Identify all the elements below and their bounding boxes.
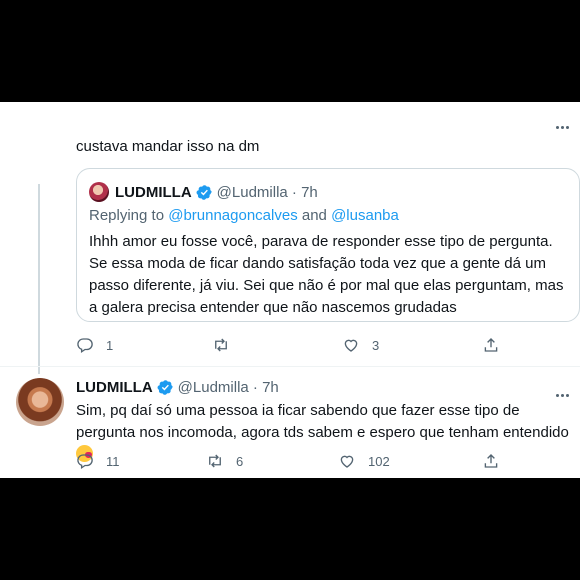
share-icon — [484, 338, 498, 352]
retweet-button[interactable] — [212, 336, 242, 354]
like-count: 3 — [372, 337, 380, 353]
author-name[interactable]: LUDMILLA — [115, 184, 192, 201]
more-icon[interactable] — [556, 384, 578, 397]
author-name[interactable]: LUDMILLA — [76, 379, 153, 396]
quoted-tweet-text: Ihhh amor eu fosse você, parava de respo… — [89, 233, 564, 316]
tweet-divider — [0, 366, 580, 367]
tweet-header: LUDMILLA @Ludmilla · 7h — [76, 376, 279, 398]
verified-badge-icon — [157, 379, 173, 395]
mention-link[interactable]: @lusanba — [331, 207, 399, 224]
retweet-count: 6 — [236, 453, 244, 469]
retweet-icon — [215, 338, 227, 352]
reply-button[interactable]: 1 — [76, 336, 113, 354]
like-icon — [344, 339, 358, 352]
replying-and: and — [297, 207, 332, 224]
reply-button[interactable]: 11 — [76, 452, 120, 470]
retweet-icon — [209, 454, 221, 468]
handle-and-time[interactable]: @Ludmilla · 7h — [217, 184, 318, 201]
avatar[interactable] — [16, 378, 64, 426]
quoted-tweet-header: LUDMILLA @Ludmilla · 7h — [89, 181, 318, 203]
retweet-button[interactable]: 6 — [206, 452, 243, 470]
like-button[interactable]: 3 — [342, 336, 379, 354]
more-icon[interactable] — [556, 116, 578, 130]
tweet-text-content: Sim, pq daí só uma pessoa ia ficar saben… — [76, 402, 569, 441]
thread-line — [38, 184, 40, 374]
replying-to: Replying to @brunnagoncalves and @lusanb… — [89, 207, 399, 224]
tweet-text: custava mandar isso na dm — [76, 138, 260, 155]
avatar[interactable] — [89, 182, 109, 202]
mention-link[interactable]: @brunnagoncalves — [168, 207, 297, 224]
share-icon — [484, 454, 498, 468]
reply-count: 11 — [106, 453, 120, 469]
reply-icon — [77, 338, 93, 354]
quoted-tweet-card[interactable]: LUDMILLA @Ludmilla · 7h Replying to @bru… — [76, 168, 580, 322]
share-button[interactable] — [482, 336, 500, 354]
like-button[interactable]: 102 — [338, 452, 390, 470]
like-count: 102 — [368, 453, 390, 469]
replying-prefix: Replying to — [89, 207, 169, 224]
handle-and-time[interactable]: @Ludmilla · 7h — [178, 379, 279, 396]
reply-icon — [77, 454, 93, 470]
verified-badge-icon — [196, 184, 212, 200]
tweet-text: Sim, pq daí só uma pessoa ia ficar saben… — [76, 400, 576, 466]
reply-count: 1 — [106, 337, 114, 353]
share-button[interactable] — [482, 452, 500, 470]
like-icon — [340, 455, 354, 468]
tweet-panel: custava mandar isso na dm LUDMILLA @Ludm… — [0, 102, 580, 478]
